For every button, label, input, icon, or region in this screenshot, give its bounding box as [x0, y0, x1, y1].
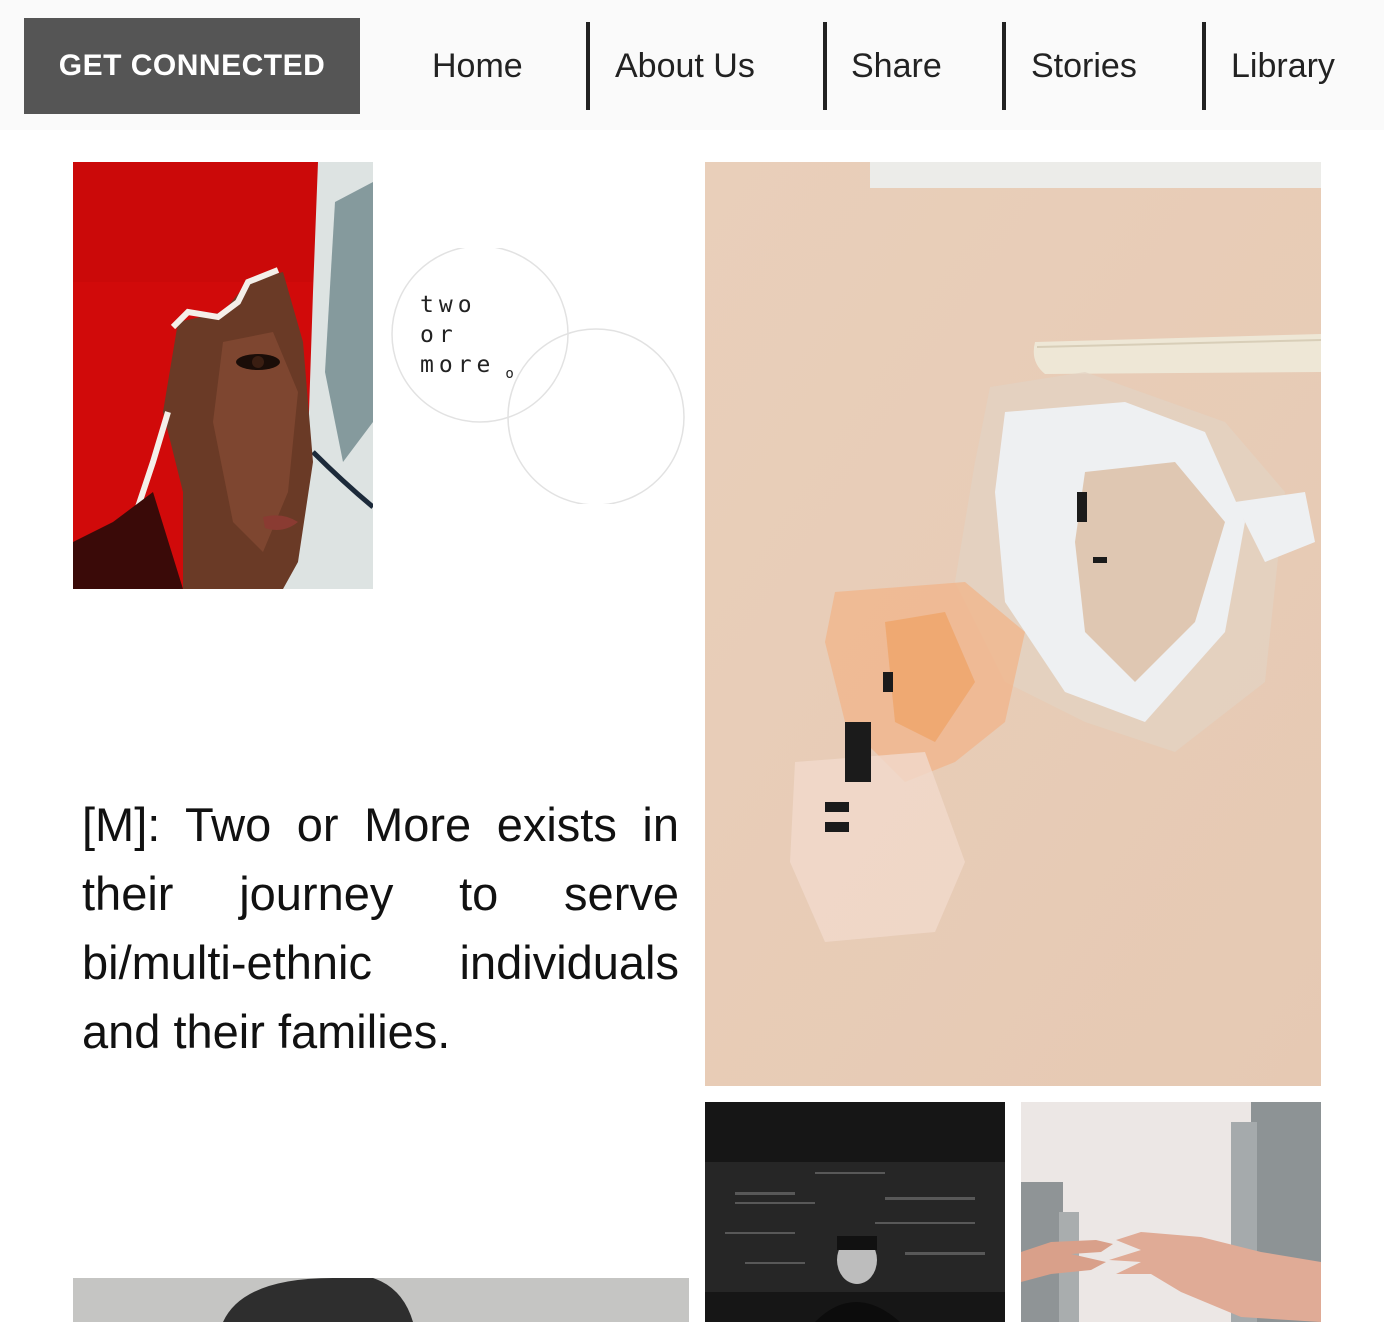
nav-divider: [586, 22, 590, 110]
nav-about-link[interactable]: About Us: [615, 22, 755, 110]
page: GET CONNECTED Home About Us Share Storie…: [0, 0, 1384, 1322]
torn-poster-wall-photo: [705, 162, 1321, 1086]
nav-stories-link[interactable]: Stories: [1031, 22, 1137, 110]
nav-divider: [823, 22, 827, 110]
logo-word-or: or: [420, 322, 458, 348]
logo-mark: o: [505, 366, 519, 382]
nav-divider: [1002, 22, 1006, 110]
mission-statement: [M]: Two or More exists in their journey…: [82, 798, 679, 1058]
logo-word-more: more o: [420, 352, 519, 382]
portrait-photo-partial: [73, 1278, 689, 1322]
collage-portrait-photo: [73, 162, 373, 589]
nav-divider: [1202, 22, 1206, 110]
blurred-figure-photo: [705, 1102, 1005, 1322]
nav-home-link[interactable]: Home: [432, 22, 523, 110]
reaching-hands-photo: [1021, 1102, 1321, 1322]
logo-word-two: two: [420, 292, 477, 318]
get-connected-button[interactable]: GET CONNECTED: [24, 18, 360, 114]
logo-wordmark: two or more o: [420, 290, 519, 389]
nav-library-link[interactable]: Library: [1231, 22, 1335, 110]
site-header: GET CONNECTED Home About Us Share Storie…: [0, 0, 1384, 130]
nav-share-link[interactable]: Share: [851, 22, 942, 110]
